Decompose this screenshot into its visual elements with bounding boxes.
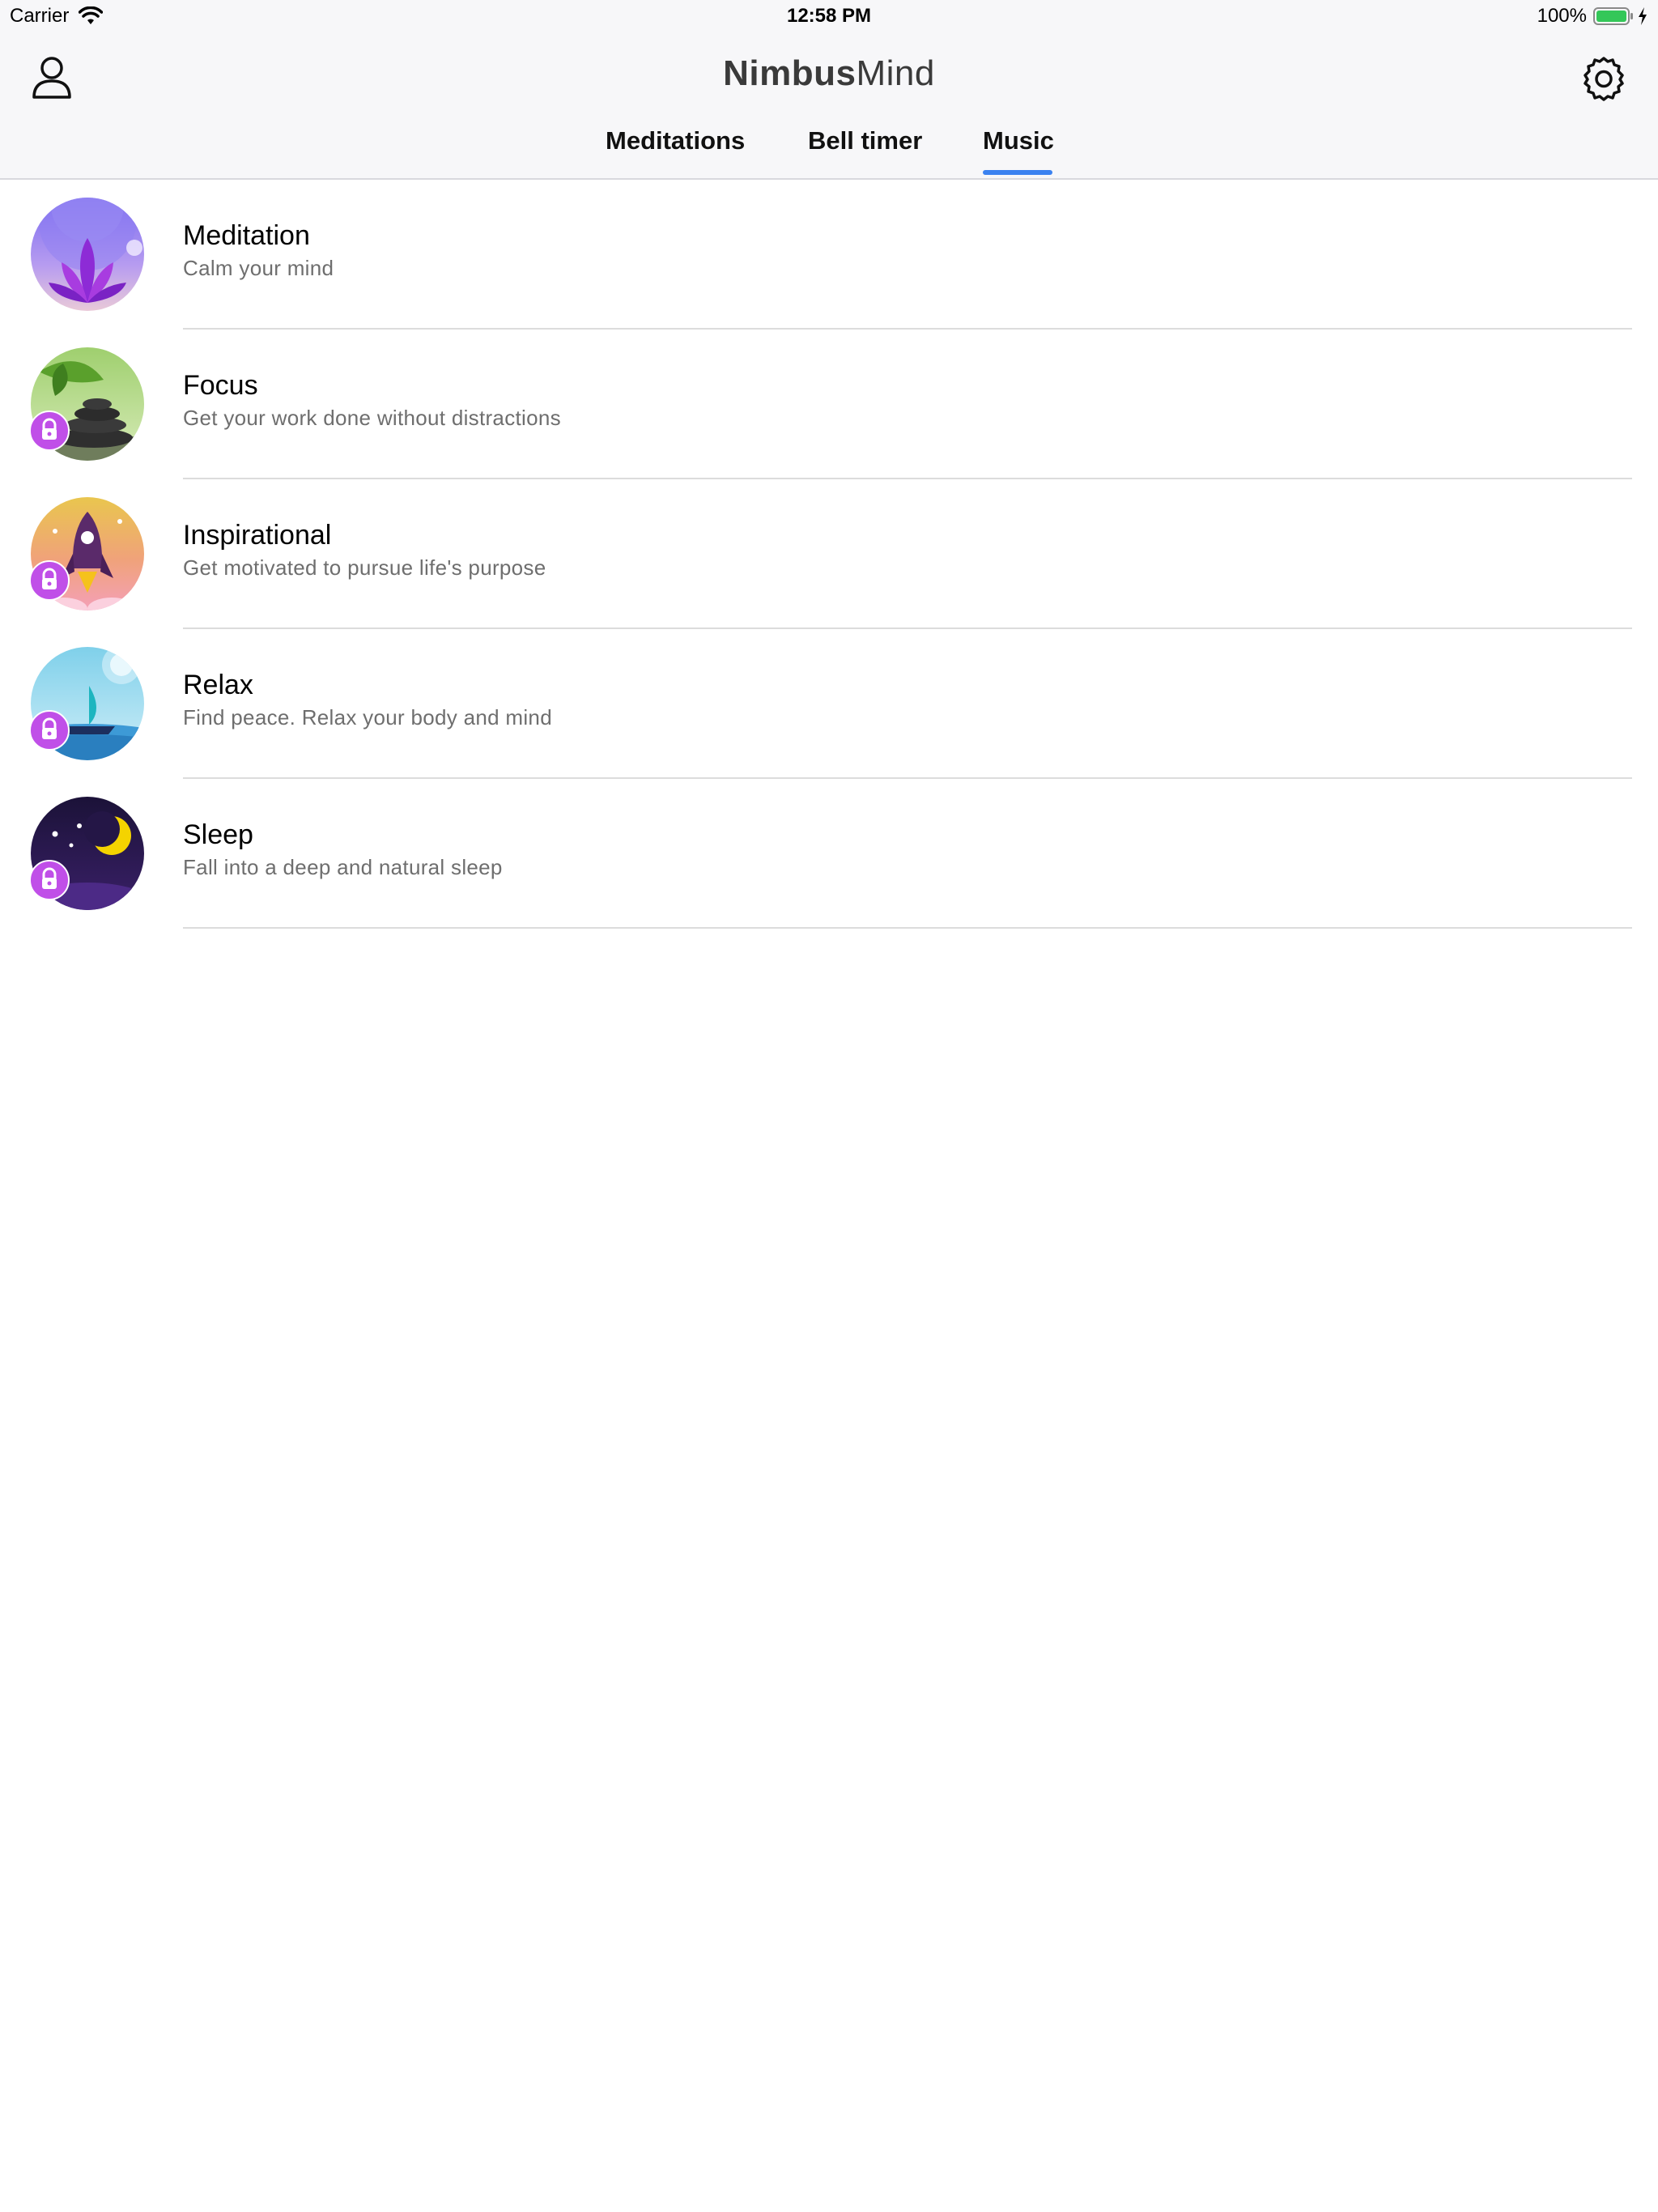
- item-title: Sleep: [183, 819, 253, 850]
- app-logo: NimbusMind: [0, 53, 1658, 94]
- status-time: 12:58 PM: [786, 5, 872, 27]
- tab-music[interactable]: Music: [983, 126, 1054, 155]
- battery-icon: [1593, 7, 1633, 25]
- item-subtitle: Get your work done without distractions: [183, 406, 561, 430]
- item-title: Inspirational: [183, 520, 332, 551]
- tab-meditations[interactable]: Meditations: [606, 126, 745, 155]
- charging-bolt-icon: [1639, 7, 1647, 25]
- row-divider: [183, 927, 1632, 929]
- list-item-focus[interactable]: Focus Get your work done without distrac…: [0, 330, 1658, 479]
- lotus-icon: [31, 198, 144, 311]
- app-header: Carrier 12:58 PM 100% NimbusMind Meditat…: [0, 0, 1658, 180]
- item-subtitle: Fall into a deep and natural sleep: [183, 855, 503, 879]
- battery-indicator: 100%: [1537, 5, 1648, 28]
- music-category-list: Meditation Calm your mind Focus Get your…: [0, 180, 1658, 929]
- gear-icon: [1584, 57, 1624, 101]
- list-item-relax[interactable]: Relax Find peace. Relax your body and mi…: [0, 629, 1658, 779]
- list-item-meditation[interactable]: Meditation Calm your mind: [0, 180, 1658, 330]
- lock-icon: [29, 560, 70, 601]
- tab-bar: Meditations Bell timer Music: [0, 121, 1658, 178]
- battery-percent: 100%: [1537, 5, 1587, 27]
- item-title: Meditation: [183, 220, 310, 251]
- item-title: Relax: [183, 670, 253, 700]
- active-tab-indicator: [983, 170, 1052, 175]
- list-item-inspirational[interactable]: Inspirational Get motivated to pursue li…: [0, 479, 1658, 629]
- lock-icon: [29, 410, 70, 451]
- logo-nimbus-text: Nimbus: [723, 53, 857, 93]
- status-bar: Carrier 12:58 PM 100%: [0, 0, 1658, 32]
- tab-bell-timer[interactable]: Bell timer: [808, 126, 922, 155]
- item-subtitle: Get motivated to pursue life's purpose: [183, 555, 546, 580]
- lock-icon: [29, 860, 70, 900]
- list-item-sleep[interactable]: Sleep Fall into a deep and natural sleep: [0, 779, 1658, 929]
- item-subtitle: Calm your mind: [183, 256, 334, 280]
- logo-mind-text: Mind: [856, 53, 935, 93]
- settings-button[interactable]: [1580, 55, 1627, 102]
- item-title: Focus: [183, 370, 258, 401]
- item-subtitle: Find peace. Relax your body and mind: [183, 705, 552, 730]
- lock-icon: [29, 710, 70, 751]
